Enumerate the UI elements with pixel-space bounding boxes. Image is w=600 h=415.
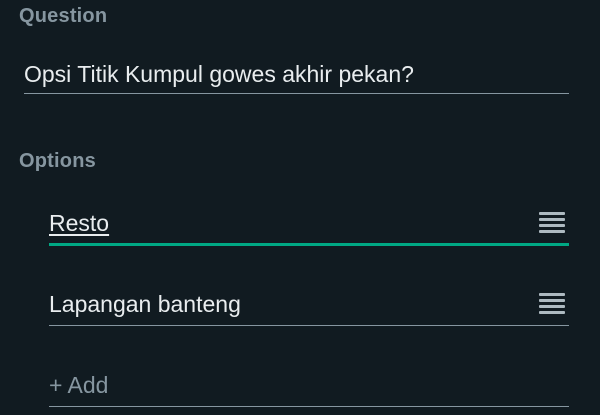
poll-editor: Question Opsi Titik Kumpul gowes akhir p…	[0, 0, 600, 415]
option-text: Lapangan banteng	[49, 291, 241, 317]
options-label: Options	[19, 150, 96, 172]
question-text: Opsi Titik Kumpul gowes akhir pekan?	[24, 61, 414, 87]
option-input-2[interactable]: Lapangan banteng	[49, 283, 569, 326]
question-input[interactable]: Opsi Titik Kumpul gowes akhir pekan?	[24, 54, 569, 94]
option-input-1[interactable]: Resto	[49, 202, 569, 246]
drag-handle-icon[interactable]	[539, 293, 565, 315]
option-text: Resto	[49, 210, 110, 236]
add-option-placeholder: + Add	[49, 372, 109, 398]
question-label: Question	[19, 5, 108, 27]
drag-handle-icon[interactable]	[539, 212, 565, 234]
add-option-input[interactable]: + Add	[49, 364, 569, 407]
